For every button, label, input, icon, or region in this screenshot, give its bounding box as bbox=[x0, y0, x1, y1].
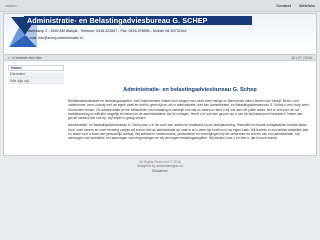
site-title: Administratie- en Belastingadviesbureau … bbox=[24, 16, 252, 25]
sidebar-item-wie-zijn-wij[interactable]: Wie zijn wij bbox=[8, 78, 64, 84]
sidebar: Home Diensten Wie zijn wij bbox=[8, 65, 64, 85]
main-content: Administratie- en belastingadviesbureau … bbox=[68, 66, 312, 144]
sidebar-item-diensten[interactable]: Diensten bbox=[8, 71, 64, 78]
arrow-right-icon: » bbox=[8, 55, 10, 60]
breadcrumb-label: U bevindt zich hier: bbox=[12, 55, 43, 60]
footer: All Rights Reserved © 2016 designed by s… bbox=[0, 160, 320, 173]
sidebar-item-home[interactable]: Home bbox=[8, 65, 64, 71]
page-title: Administratie- en belastingadviesbureau … bbox=[123, 87, 257, 93]
page-container: Administratie- en Belastingadviesbureau … bbox=[3, 13, 317, 156]
contact-address: Haverkamp 2 - 5165 AM Waspik - Telefoon:… bbox=[26, 29, 187, 33]
breadcrumb-label-wrap: » U bevindt zich hier: bbox=[8, 56, 43, 60]
contact-email[interactable]: E-mail: info@schep-administratie.nl bbox=[26, 36, 83, 40]
top-links: Contact Webfoto bbox=[276, 3, 315, 8]
disclaimer-link[interactable]: Disclaimer bbox=[0, 169, 320, 173]
search-link[interactable]: zoeken bbox=[5, 4, 17, 8]
header: Administratie- en Belastingadviesbureau … bbox=[4, 14, 316, 54]
webfoto-link[interactable]: Webfoto bbox=[299, 3, 315, 8]
date-display: 26 | 07 | 2016 bbox=[291, 55, 312, 60]
services-paragraph: Administratie- en Belastingadviesbureau … bbox=[68, 123, 309, 141]
intro-paragraph: Bedrijfsadministraties en belastingaangi… bbox=[68, 99, 309, 121]
top-bar: zoeken Contact Webfoto bbox=[0, 0, 320, 12]
contact-link[interactable]: Contact bbox=[276, 3, 291, 8]
breadcrumb: » U bevindt zich hier: 26 | 07 | 2016 bbox=[4, 54, 316, 61]
